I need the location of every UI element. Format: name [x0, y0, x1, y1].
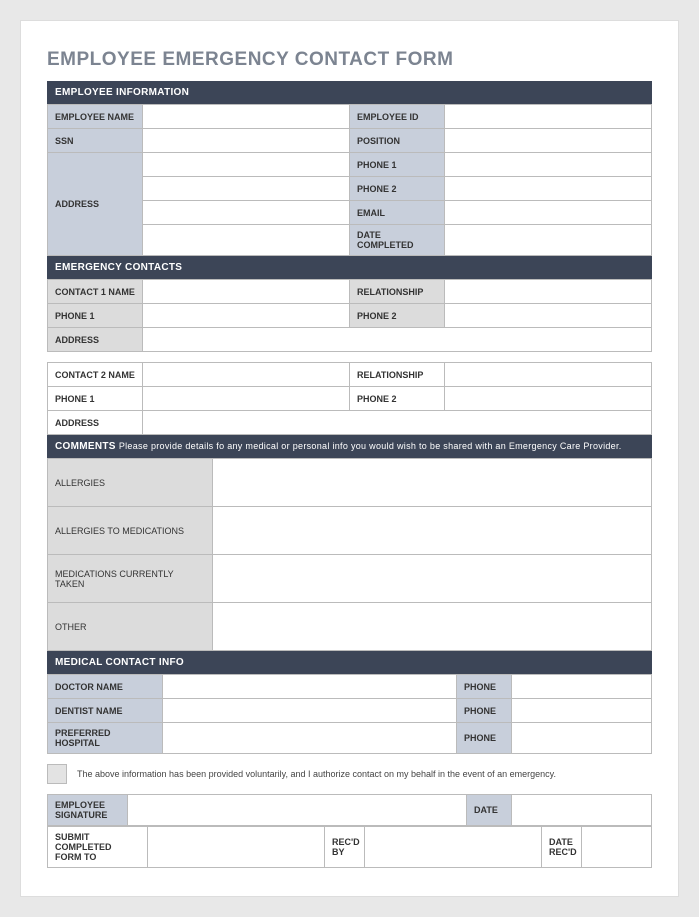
meds-taken-label: MEDICATIONS CURRENTLY TAKEN [48, 555, 213, 603]
submit-table: SUBMIT COMPLETED FORM TO REC'D BY DATE R… [47, 826, 652, 868]
medical-contact-table: DOCTOR NAME PHONE DENTIST NAME PHONE PRE… [47, 674, 652, 754]
submit-to-label: SUBMIT COMPLETED FORM TO [48, 827, 148, 868]
comments-note: Please provide details fo any medical or… [119, 441, 622, 451]
dentist-name-label: DENTIST NAME [48, 699, 163, 723]
comments-table: ALLERGIES ALLERGIES TO MEDICATIONS MEDIC… [47, 458, 652, 651]
contact1-relationship-field[interactable] [445, 280, 652, 304]
recd-by-label: REC'D BY [325, 827, 365, 868]
signature-table: EMPLOYEE SIGNATURE DATE [47, 794, 652, 826]
ssn-label: SSN [48, 129, 143, 153]
section-emergency-contacts: EMERGENCY CONTACTS [47, 256, 652, 279]
preferred-hospital-field[interactable] [163, 723, 457, 754]
contact2-address-label: ADDRESS [48, 411, 143, 435]
address-field-4[interactable] [143, 225, 350, 256]
section-comments: COMMENTS Please provide details fo any m… [47, 435, 652, 458]
hospital-phone-label: PHONE [457, 723, 512, 754]
phone2-label: PHONE 2 [350, 177, 445, 201]
allergies-meds-label: ALLERGIES TO MEDICATIONS [48, 507, 213, 555]
employee-id-label: EMPLOYEE ID [350, 105, 445, 129]
signature-date-field[interactable] [512, 795, 652, 826]
employee-signature-field[interactable] [128, 795, 467, 826]
contact2-phone2-field[interactable] [445, 387, 652, 411]
form-title: EMPLOYEE EMERGENCY CONTACT FORM [47, 49, 652, 71]
date-recd-field[interactable] [582, 827, 652, 868]
contact2-name-field[interactable] [143, 363, 350, 387]
phone1-label: PHONE 1 [350, 153, 445, 177]
address-field-3[interactable] [143, 201, 350, 225]
contact1-name-label: CONTACT 1 NAME [48, 280, 143, 304]
section-employee-info: EMPLOYEE INFORMATION [47, 81, 652, 104]
signature-date-label: DATE [467, 795, 512, 826]
recd-by-field[interactable] [365, 827, 542, 868]
position-field[interactable] [445, 129, 652, 153]
date-completed-field[interactable] [445, 225, 652, 256]
emergency-contact2-table: CONTACT 2 NAME RELATIONSHIP PHONE 1 PHON… [47, 362, 652, 435]
contact2-relationship-label: RELATIONSHIP [350, 363, 445, 387]
email-field[interactable] [445, 201, 652, 225]
contact2-phone1-field[interactable] [143, 387, 350, 411]
dentist-phone-label: PHONE [457, 699, 512, 723]
contact1-address-label: ADDRESS [48, 328, 143, 352]
other-label: OTHER [48, 603, 213, 651]
contact1-phone2-label: PHONE 2 [350, 304, 445, 328]
allergies-label: ALLERGIES [48, 459, 213, 507]
employee-name-label: EMPLOYEE NAME [48, 105, 143, 129]
submit-to-field[interactable] [148, 827, 325, 868]
form-page: EMPLOYEE EMERGENCY CONTACT FORM EMPLOYEE… [20, 20, 679, 897]
contact2-relationship-field[interactable] [445, 363, 652, 387]
contact2-phone1-label: PHONE 1 [48, 387, 143, 411]
address-label: ADDRESS [48, 153, 143, 256]
phone2-field[interactable] [445, 177, 652, 201]
authorization-text: The above information has been provided … [77, 769, 556, 779]
preferred-hospital-label: PREFERRED HOSPITAL [48, 723, 163, 754]
doctor-phone-field[interactable] [512, 675, 652, 699]
authorization-row: The above information has been provided … [47, 764, 652, 784]
contact1-address-field[interactable] [143, 328, 652, 352]
dentist-name-field[interactable] [163, 699, 457, 723]
date-completed-label: DATE COMPLETED [350, 225, 445, 256]
date-recd-label: DATE REC'D [542, 827, 582, 868]
address-field-2[interactable] [143, 177, 350, 201]
ssn-field[interactable] [143, 129, 350, 153]
doctor-name-field[interactable] [163, 675, 457, 699]
doctor-phone-label: PHONE [457, 675, 512, 699]
contact1-phone1-label: PHONE 1 [48, 304, 143, 328]
allergies-field[interactable] [213, 459, 652, 507]
employee-id-field[interactable] [445, 105, 652, 129]
authorization-checkbox[interactable] [47, 764, 67, 784]
comments-prefix: COMMENTS [55, 441, 116, 452]
section-medical-info: MEDICAL CONTACT INFO [47, 651, 652, 674]
emergency-contacts-table: CONTACT 1 NAME RELATIONSHIP PHONE 1 PHON… [47, 279, 652, 352]
contact2-name-label: CONTACT 2 NAME [48, 363, 143, 387]
allergies-meds-field[interactable] [213, 507, 652, 555]
contact1-relationship-label: RELATIONSHIP [350, 280, 445, 304]
contact1-name-field[interactable] [143, 280, 350, 304]
employee-name-field[interactable] [143, 105, 350, 129]
hospital-phone-field[interactable] [512, 723, 652, 754]
position-label: POSITION [350, 129, 445, 153]
doctor-name-label: DOCTOR NAME [48, 675, 163, 699]
dentist-phone-field[interactable] [512, 699, 652, 723]
employee-signature-label: EMPLOYEE SIGNATURE [48, 795, 128, 826]
contact2-address-field[interactable] [143, 411, 652, 435]
phone1-field[interactable] [445, 153, 652, 177]
contact2-phone2-label: PHONE 2 [350, 387, 445, 411]
contact1-phone1-field[interactable] [143, 304, 350, 328]
employee-info-table: EMPLOYEE NAME EMPLOYEE ID SSN POSITION A… [47, 104, 652, 256]
meds-taken-field[interactable] [213, 555, 652, 603]
contact1-phone2-field[interactable] [445, 304, 652, 328]
address-field-1[interactable] [143, 153, 350, 177]
other-field[interactable] [213, 603, 652, 651]
email-label: EMAIL [350, 201, 445, 225]
